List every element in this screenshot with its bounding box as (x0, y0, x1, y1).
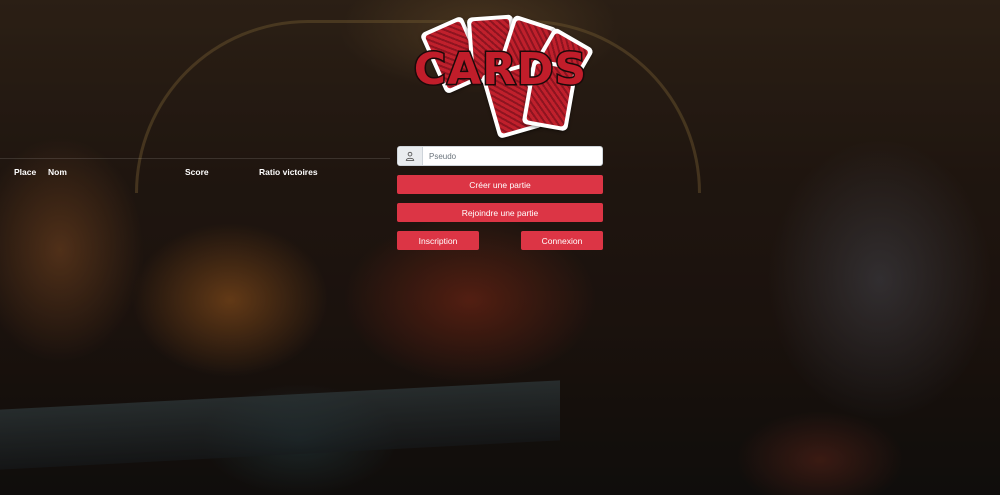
column-header-score: Score (185, 167, 209, 177)
column-header-nom: Nom (48, 167, 67, 177)
pseudo-input[interactable] (423, 147, 602, 165)
login-button[interactable]: Connexion (521, 231, 603, 250)
pseudo-input-group (397, 146, 603, 166)
cards-logo: CARDS (405, 12, 595, 140)
logo-text: CARDS (412, 43, 588, 97)
background-bar-counter (0, 380, 560, 470)
column-header-ratio: Ratio victoires (259, 167, 318, 177)
signup-button[interactable]: Inscription (397, 231, 479, 250)
leaderboard-divider (0, 158, 390, 159)
user-icon (398, 147, 423, 165)
column-header-place: Place (14, 167, 37, 177)
create-game-button[interactable]: Créer une partie (397, 175, 603, 194)
join-game-button[interactable]: Rejoindre une partie (397, 203, 603, 222)
